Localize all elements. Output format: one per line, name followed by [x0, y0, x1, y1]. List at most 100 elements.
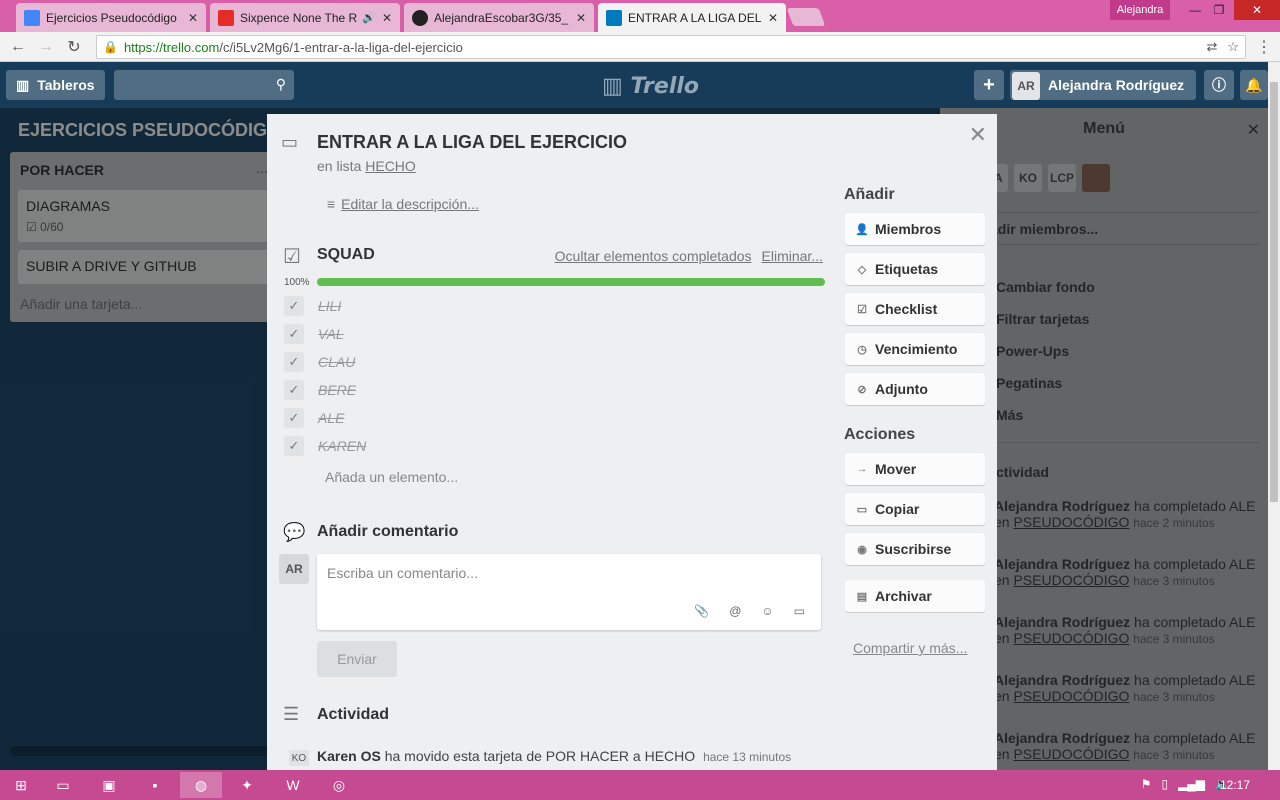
button-label: Etiquetas — [875, 261, 939, 277]
close-tab-icon[interactable]: ✕ — [382, 11, 392, 25]
checklist-item-label[interactable]: CLAU — [318, 354, 355, 370]
forward-icon[interactable]: → — [36, 37, 56, 57]
tab-title: ENTRAR A LA LIGA DEL E — [628, 10, 762, 25]
address-bar[interactable]: 🔒 https://trello.com/c/i5Lv2Mg6/1-entrar… — [96, 35, 1246, 59]
checkbox-checked-icon[interactable]: ✓ — [284, 352, 304, 372]
close-tab-icon[interactable]: ✕ — [576, 11, 586, 25]
hide-completed-link[interactable]: Ocultar elementos completados — [555, 248, 752, 264]
close-tab-icon[interactable]: ✕ — [188, 11, 198, 25]
checkbox-checked-icon[interactable]: ✓ — [284, 380, 304, 400]
flag-icon[interactable]: ⚑ — [1141, 777, 1152, 791]
browser-tab-docs[interactable]: Ejercicios Pseudocódigo ✕ — [16, 3, 206, 32]
send-comment-button[interactable]: Enviar — [317, 641, 397, 677]
back-icon[interactable]: ← — [8, 37, 28, 57]
list-link[interactable]: HECHO — [365, 158, 416, 174]
close-icon[interactable]: ✕ — [969, 122, 987, 148]
members-button[interactable]: 👤 Miembros — [845, 213, 985, 245]
checklist-title[interactable]: SQUAD — [317, 246, 375, 264]
avatar[interactable]: AR — [1012, 72, 1040, 100]
checklist-button[interactable]: ☑ Checklist — [845, 293, 985, 325]
checklist-item-label[interactable]: BERE — [318, 382, 356, 398]
page-scrollbar[interactable] — [1268, 62, 1280, 770]
checklist-item-label[interactable]: LILI — [318, 298, 341, 314]
logo-text: Trello — [630, 74, 700, 99]
checklist-item[interactable]: ✓ LILI — [284, 296, 341, 316]
chrome-icon[interactable]: ◍ — [180, 772, 222, 798]
trello-logo[interactable]: ▥ Trello — [602, 74, 699, 99]
translate-icon[interactable]: ⇄ — [1206, 39, 1217, 55]
activity-time[interactable]: hace 13 minutos — [703, 750, 791, 764]
comment-icon: 💬 — [283, 522, 306, 542]
move-button[interactable]: → Mover — [845, 453, 985, 485]
add-checklist-item-link[interactable]: Añada un elemento... — [325, 469, 458, 485]
user-name: Alejandra Rodríguez — [1048, 77, 1185, 93]
checkbox-checked-icon[interactable]: ✓ — [284, 296, 304, 316]
file-explorer-icon[interactable]: ▭ — [42, 772, 84, 798]
button-label: Miembros — [875, 221, 942, 237]
share-and-more-link[interactable]: Compartir y más... — [853, 640, 967, 656]
mention-icon[interactable]: @ — [729, 604, 741, 618]
clock[interactable]: 12:17 — [1220, 778, 1250, 792]
card-icon: ▭ — [281, 132, 299, 152]
info-icon[interactable]: ⓘ — [1204, 70, 1234, 100]
checklist-item[interactable]: ✓ KAREN — [284, 436, 366, 456]
checklist-item-label[interactable]: VAL — [318, 326, 344, 342]
card-title[interactable]: ENTRAR A LA LIGA DEL EJERCICIO — [317, 132, 627, 153]
subscribe-button[interactable]: ◉ Suscribirse — [845, 533, 985, 565]
edit-description-link[interactable]: ≡ Editar la descripción... — [327, 196, 479, 212]
card-list-info: en lista HECHO — [317, 158, 416, 174]
checklist-item-label[interactable]: ALE — [318, 410, 344, 426]
new-tab-button[interactable] — [786, 8, 826, 26]
terminal-icon[interactable]: ▪ — [134, 772, 176, 798]
network-icon[interactable]: ▂▄▆ — [1178, 777, 1205, 791]
battery-icon[interactable]: ▯ — [1161, 777, 1168, 791]
app-icon[interactable]: ◎ — [318, 772, 360, 798]
checklist-item-label[interactable]: KAREN — [318, 438, 366, 454]
chrome-menu-icon[interactable]: ⋮ — [1254, 37, 1274, 57]
browser-tab-youtube[interactable]: Sixpence None The R 🔊 ✕ — [210, 3, 400, 32]
window-close-icon[interactable]: ✕ — [1234, 0, 1280, 20]
activity-user[interactable]: Karen OS — [317, 748, 381, 764]
restore-icon[interactable]: ❐ — [1204, 0, 1234, 20]
paint-icon[interactable]: ✦ — [226, 772, 268, 798]
audio-icon[interactable]: 🔊 — [362, 11, 376, 24]
browser-tab-trello[interactable]: ENTRAR A LA LIGA DEL E ✕ — [598, 3, 786, 32]
word-icon[interactable]: W — [272, 772, 314, 798]
attachment-icon[interactable]: 📎 — [694, 604, 709, 618]
search-input[interactable]: ⚲ — [114, 70, 294, 100]
search-icon: ⚲ — [275, 76, 286, 92]
scrollbar-thumb[interactable] — [1270, 82, 1278, 502]
card-link-icon[interactable]: ▭ — [794, 604, 805, 618]
checklist-item[interactable]: ✓ BERE — [284, 380, 356, 400]
comment-input[interactable]: Escriba un comentario... 📎 @ ☺ ▭ — [317, 554, 821, 630]
archive-button[interactable]: ▤ Archivar — [845, 580, 985, 612]
delete-checklist-link[interactable]: Eliminar... — [762, 248, 823, 264]
boards-button[interactable]: ▥ Tableros — [6, 70, 105, 100]
attachment-button[interactable]: ⊘ Adjunto — [845, 373, 985, 405]
avatar[interactable]: AR — [279, 554, 309, 584]
close-tab-icon[interactable]: ✕ — [768, 11, 778, 25]
profile-badge[interactable]: Alejandra — [1110, 0, 1170, 20]
checklist-icon: ☑ — [283, 246, 301, 268]
tab-title: Sixpence None The R — [240, 10, 358, 25]
bookmark-star-icon[interactable]: ☆ — [1227, 39, 1239, 55]
avatar[interactable]: KO — [289, 750, 309, 766]
checkbox-checked-icon[interactable]: ✓ — [284, 408, 304, 428]
copy-button[interactable]: ▭ Copiar — [845, 493, 985, 525]
labels-button[interactable]: ◇ Etiquetas — [845, 253, 985, 285]
windows-start-icon[interactable]: ⊞ — [0, 772, 42, 798]
button-label: Copiar — [875, 501, 920, 517]
checklist-item[interactable]: ✓ VAL — [284, 324, 344, 344]
add-button[interactable]: + — [974, 70, 1004, 100]
emoji-icon[interactable]: ☺ — [761, 604, 773, 618]
due-date-button[interactable]: ◷ Vencimiento — [845, 333, 985, 365]
reload-icon[interactable]: ↻ — [64, 37, 84, 57]
checkbox-checked-icon[interactable]: ✓ — [284, 324, 304, 344]
button-label: Adjunto — [875, 381, 928, 397]
notifications-icon[interactable]: 🔔 — [1240, 70, 1268, 100]
checkbox-checked-icon[interactable]: ✓ — [284, 436, 304, 456]
app-icon[interactable]: ▣ — [88, 772, 130, 798]
checklist-item[interactable]: ✓ CLAU — [284, 352, 355, 372]
browser-tab-github[interactable]: AlejandraEscobar3G/35_ ✕ — [404, 3, 594, 32]
checklist-item[interactable]: ✓ ALE — [284, 408, 344, 428]
